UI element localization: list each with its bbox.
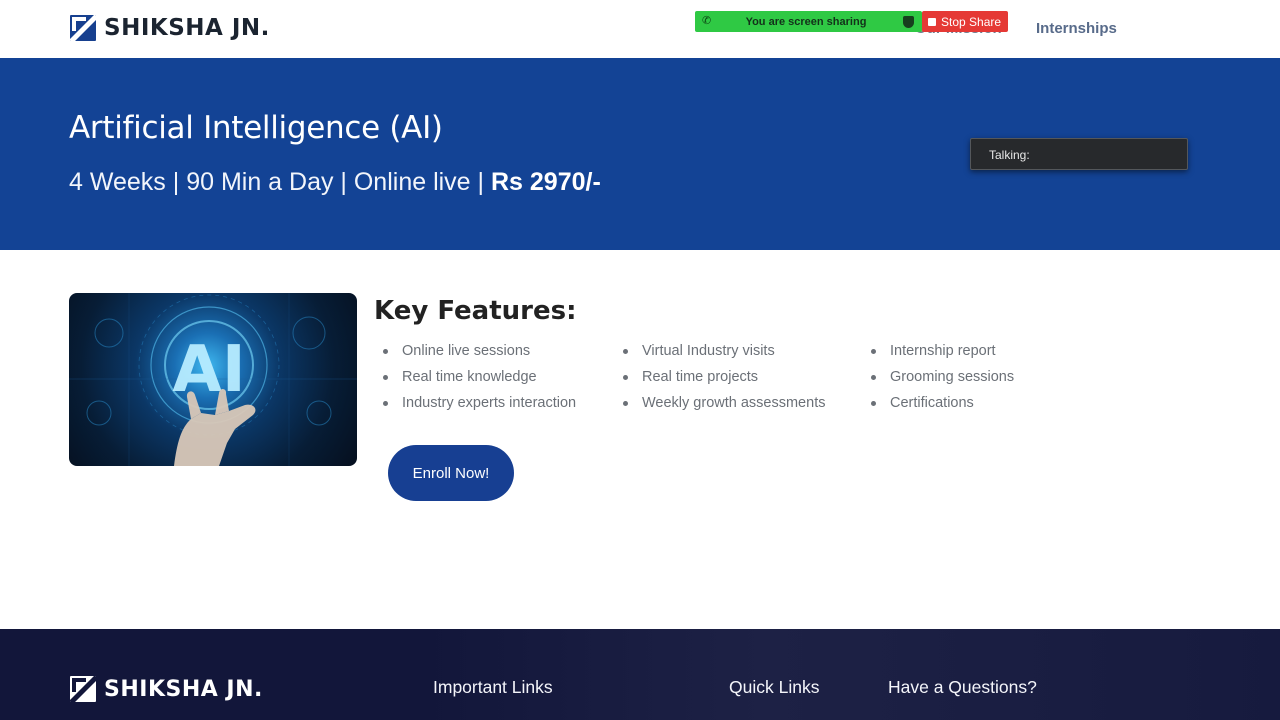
ai-hand-hologram-image: AI: [69, 293, 357, 466]
shield-icon[interactable]: [903, 15, 914, 28]
feature-item: Virtual Industry visits: [622, 342, 825, 368]
course-hero-banner: Artificial Intelligence (AI) 4 Weeks | 9…: [0, 58, 1280, 250]
ai-illustration: AI: [69, 293, 357, 466]
footer-quick-links-heading: Quick Links: [729, 677, 820, 697]
feature-item: Real time projects: [622, 368, 825, 394]
footer-logo-icon: [70, 676, 96, 702]
brand-logo[interactable]: SHIKSHA JN.: [70, 15, 270, 41]
key-features-heading: Key Features:: [374, 296, 577, 326]
footer-logo[interactable]: SHIKSHA JN.: [70, 676, 263, 702]
course-price: Rs 2970/-: [490, 168, 601, 196]
top-navbar: SHIKSHA JN. Our Mission Internships: [0, 0, 1280, 58]
phone-icon[interactable]: [701, 14, 715, 29]
stop-share-label: Stop Share: [941, 14, 1002, 29]
footer-important-links-heading: Important Links: [433, 677, 553, 697]
enroll-now-button[interactable]: Enroll Now!: [388, 445, 514, 501]
logo-icon: [70, 15, 96, 41]
features-list-2: Virtual Industry visits Real time projec…: [622, 342, 825, 420]
course-details: 4 Weeks | 90 Min a Day | Online live | R…: [69, 168, 601, 197]
stop-icon: [928, 17, 936, 26]
stop-share-button[interactable]: Stop Share: [922, 11, 1008, 32]
feature-item: Industry experts interaction: [382, 394, 576, 420]
feature-item: Online live sessions: [382, 342, 576, 368]
feature-item: Weekly growth assessments: [622, 394, 825, 420]
footer-brand-name: SHIKSHA JN.: [104, 676, 263, 702]
screen-share-banner: You are screen sharing: [695, 11, 922, 32]
nav-internships[interactable]: Internships: [1036, 20, 1117, 37]
feature-item: Internship report: [870, 342, 1014, 368]
features-list-1: Online live sessions Real time knowledge…: [382, 342, 576, 420]
features-list-3: Internship report Grooming sessions Cert…: [870, 342, 1014, 420]
course-schedule: 4 Weeks | 90 Min a Day | Online live |: [69, 168, 491, 196]
feature-item: Real time knowledge: [382, 368, 576, 394]
ai-hologram-text: AI: [172, 333, 245, 407]
screen-share-status: You are screen sharing: [745, 15, 867, 28]
footer-questions-heading: Have a Questions?: [888, 677, 1037, 697]
feature-item: Certifications: [870, 394, 1014, 420]
site-footer: SHIKSHA JN. Important Links Quick Links …: [0, 629, 1280, 720]
course-title: Artificial Intelligence (AI): [69, 110, 443, 146]
brand-name: SHIKSHA JN.: [104, 15, 270, 41]
talking-indicator: Talking:: [970, 138, 1188, 170]
feature-item: Grooming sessions: [870, 368, 1014, 394]
talking-label: Talking:: [989, 148, 1030, 162]
